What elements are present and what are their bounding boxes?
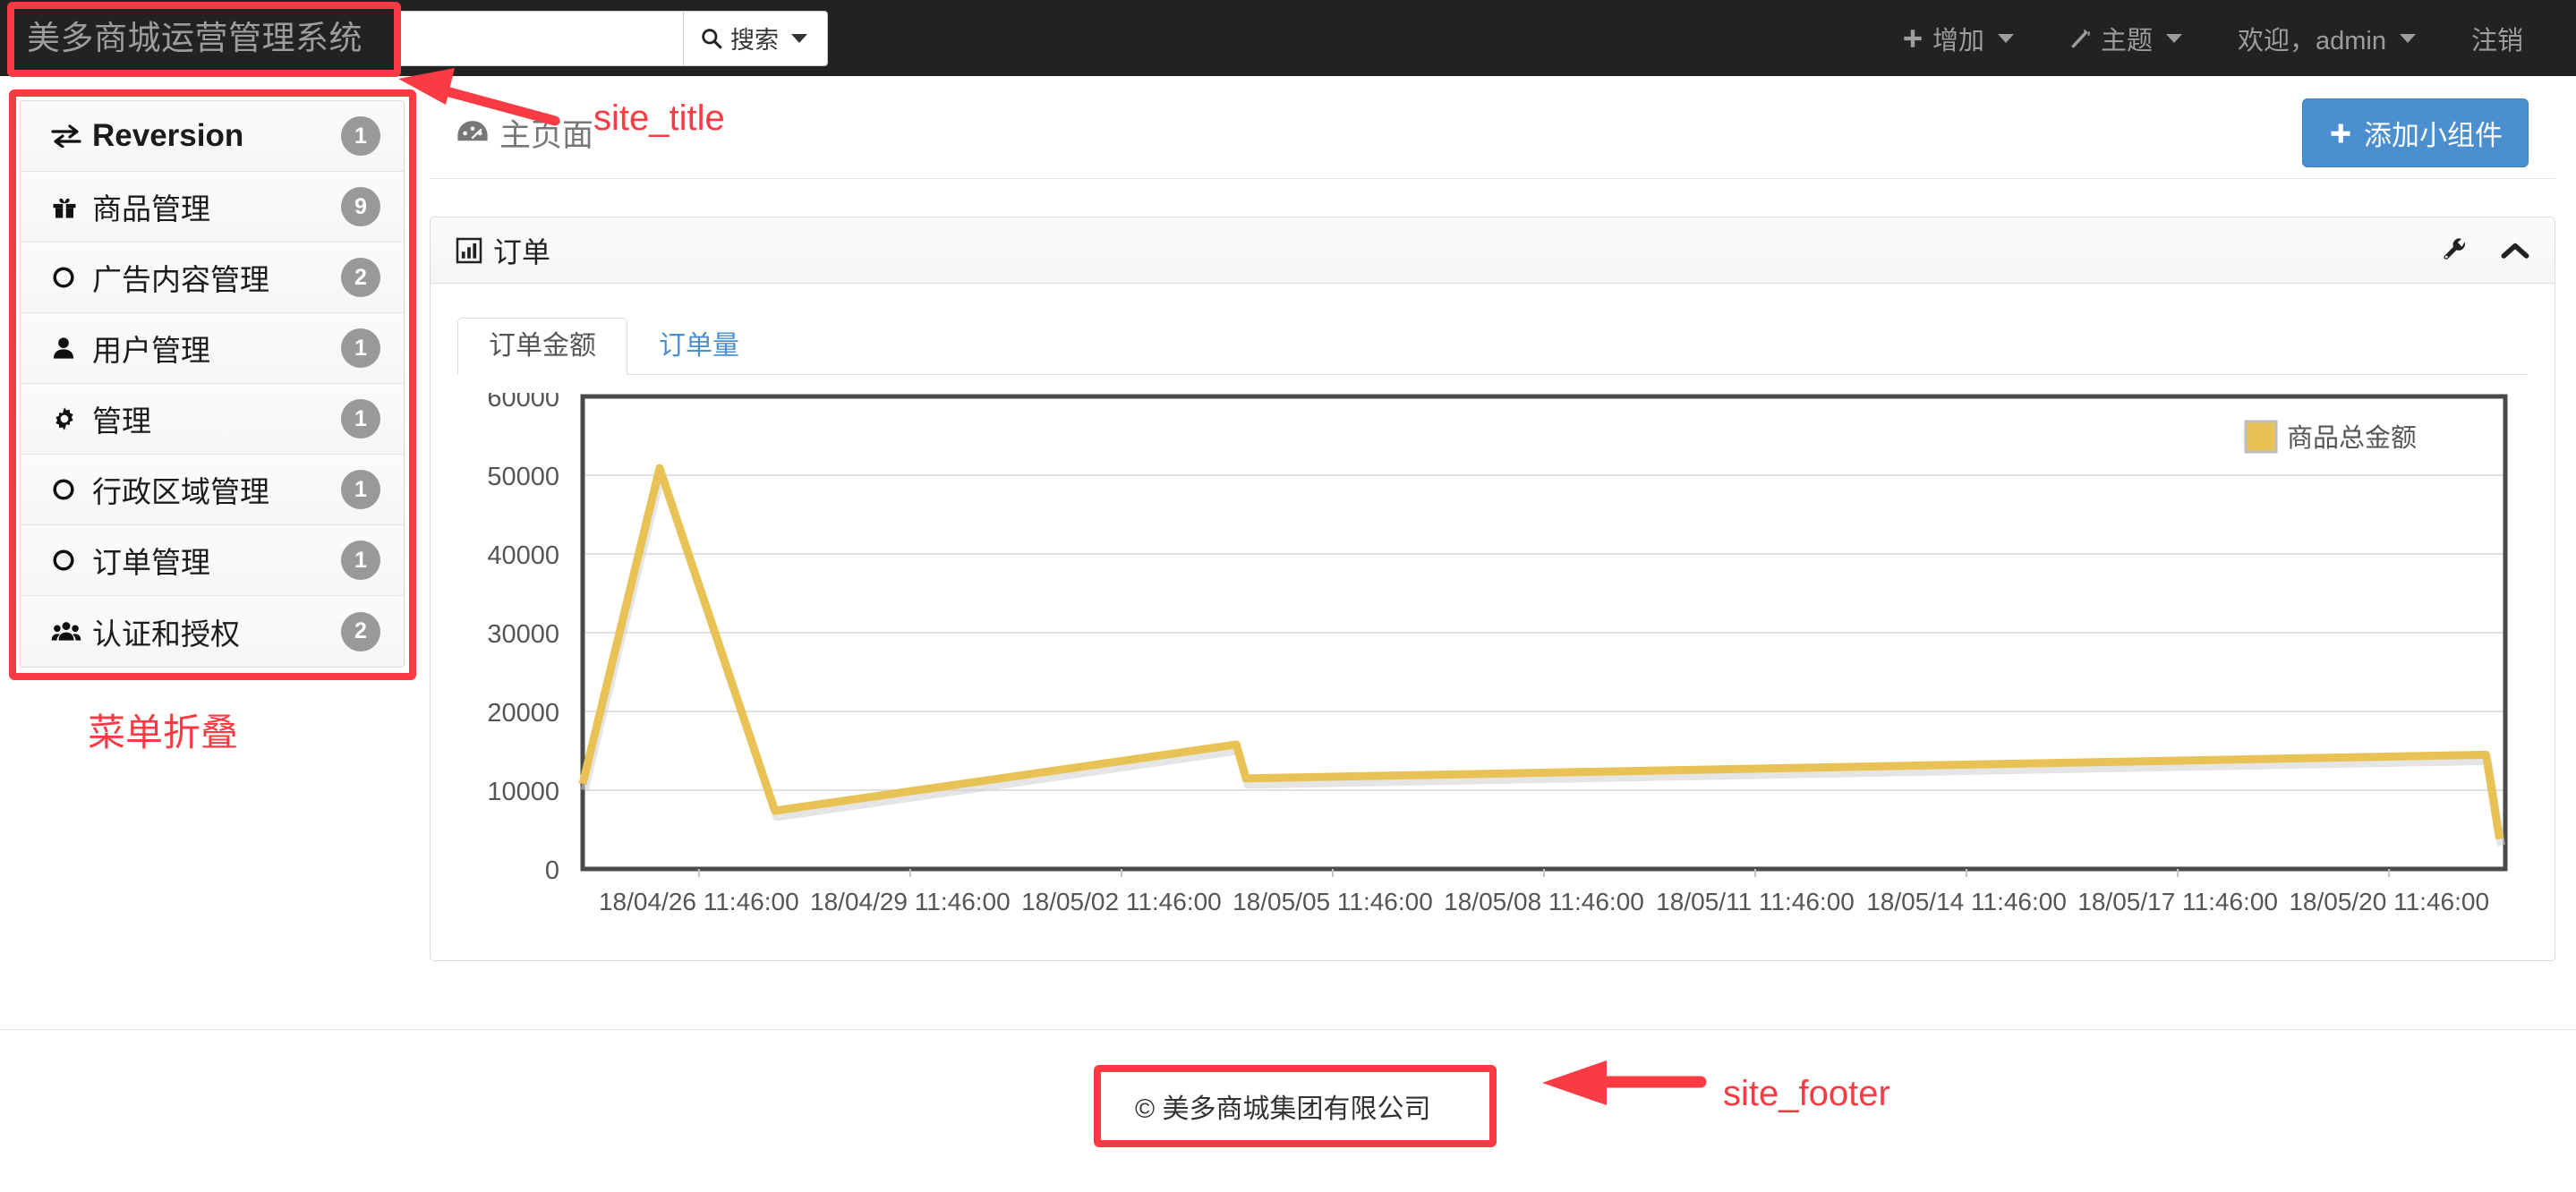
nav-item-theme[interactable]: 主题 bbox=[2042, 0, 2210, 76]
svg-text:40000: 40000 bbox=[487, 541, 559, 570]
svg-text:50000: 50000 bbox=[487, 463, 559, 491]
circle-icon bbox=[51, 477, 89, 502]
sidebar-item-badge: 1 bbox=[341, 399, 380, 438]
bar-chart-icon bbox=[456, 237, 482, 264]
search-button-label: 搜索 bbox=[730, 27, 779, 54]
nav-item-user[interactable]: 欢迎，admin bbox=[2210, 0, 2444, 76]
svg-text:商品总金额: 商品总金额 bbox=[2287, 423, 2417, 453]
sidebar-item-badge: 1 bbox=[341, 116, 380, 156]
dashboard-icon bbox=[456, 119, 489, 148]
sidebar-item-badge: 1 bbox=[341, 541, 380, 580]
sidebar-item-label: 管理 bbox=[92, 404, 151, 438]
nav-item-add[interactable]: 增加 bbox=[1873, 0, 2042, 76]
svg-text:0: 0 bbox=[545, 856, 559, 885]
nav-item-add-label: 增加 bbox=[1932, 26, 1984, 55]
sidebar-menu: Reversion 1 商品管理 9 广告内容管理 2 用户管理 1 管理 1 … bbox=[20, 100, 405, 668]
orders-panel: 订单 订单金额 订单量 0 10000 20000 30000 40000 50… bbox=[430, 217, 2555, 961]
exchange-icon bbox=[51, 124, 89, 148]
page-title: 主页面 bbox=[499, 118, 594, 153]
sidebar-item-label: Reversion bbox=[92, 118, 244, 153]
svg-text:18/04/26 11:46:00: 18/04/26 11:46:00 bbox=[599, 888, 799, 915]
users-icon bbox=[51, 619, 89, 644]
sidebar-item-order-management[interactable]: 订单管理 1 bbox=[21, 525, 404, 596]
plus-icon bbox=[1904, 29, 1922, 47]
sidebar-item-badge: 9 bbox=[341, 187, 380, 226]
user-icon bbox=[51, 335, 89, 362]
orders-line-chart: 0 10000 20000 30000 40000 50000 60000 18/04/26 … bbox=[487, 393, 2508, 915]
tab-order-count[interactable]: 订单量 bbox=[627, 318, 771, 375]
sidebar-item-reversion[interactable]: Reversion 1 bbox=[21, 101, 404, 172]
orders-panel-header: 订单 bbox=[431, 217, 2555, 284]
gear-icon bbox=[51, 405, 89, 432]
svg-text:20000: 20000 bbox=[487, 699, 559, 728]
svg-text:18/05/08 11:46:00: 18/05/08 11:46:00 bbox=[1444, 888, 1644, 915]
circle-icon bbox=[51, 265, 89, 290]
svg-text:18/05/17 11:46:00: 18/05/17 11:46:00 bbox=[2077, 888, 2278, 915]
sidebar-item-badge: 1 bbox=[341, 328, 380, 368]
sidebar-item-label: 行政区域管理 bbox=[92, 475, 269, 508]
sidebar-item-auth[interactable]: 认证和授权 2 bbox=[21, 596, 404, 667]
svg-text:18/05/14 11:46:00: 18/05/14 11:46:00 bbox=[1866, 888, 2067, 915]
svg-text:60000: 60000 bbox=[487, 393, 559, 413]
svg-text:30000: 30000 bbox=[487, 620, 559, 649]
orders-panel-body: 订单金额 订单量 0 10000 20000 30000 40000 50000 60000… bbox=[431, 284, 2555, 960]
sidebar-item-label: 广告内容管理 bbox=[92, 263, 269, 296]
chevron-down-icon bbox=[2165, 33, 2182, 43]
site-footer-text: © 美多商城集团有限公司 bbox=[1135, 1094, 1431, 1124]
orders-chart: 0 10000 20000 30000 40000 50000 60000 18/04/26 … bbox=[457, 393, 2528, 930]
sidebar-item-product-management[interactable]: 商品管理 9 bbox=[21, 172, 404, 243]
svg-text:18/05/05 11:46:00: 18/05/05 11:46:00 bbox=[1233, 888, 1433, 915]
svg-text:18/05/02 11:46:00: 18/05/02 11:46:00 bbox=[1021, 888, 1222, 915]
sidebar-item-badge: 2 bbox=[341, 258, 380, 297]
magic-wand-icon bbox=[2071, 29, 2090, 47]
sidebar-item-label: 用户管理 bbox=[92, 334, 210, 367]
navbar-search-form: 搜索 bbox=[398, 10, 828, 66]
tab-order-amount[interactable]: 订单金额 bbox=[457, 318, 627, 375]
svg-text:18/04/29 11:46:00: 18/04/29 11:46:00 bbox=[810, 888, 1011, 915]
search-input[interactable] bbox=[398, 10, 683, 66]
sidebar-item-admin[interactable]: 管理 1 bbox=[21, 384, 404, 455]
sidebar-item-region-management[interactable]: 行政区域管理 1 bbox=[21, 455, 404, 525]
chevron-down-icon bbox=[1997, 33, 2014, 43]
wrench-icon[interactable] bbox=[2442, 237, 2469, 264]
svg-text:10000: 10000 bbox=[487, 778, 559, 806]
circle-icon bbox=[51, 548, 89, 573]
main-content: 主页面 添加小组件 订单 订单金额 订单量 0 10000 20000 3000… bbox=[430, 88, 2555, 961]
nav-item-theme-label: 主题 bbox=[2100, 26, 2153, 55]
orders-panel-tools bbox=[2442, 237, 2529, 264]
sidebar-item-badge: 2 bbox=[341, 611, 380, 651]
search-button[interactable]: 搜索 bbox=[683, 10, 828, 66]
site-brand-title[interactable]: 美多商城运营管理系统 bbox=[0, 21, 388, 55]
orders-panel-title: 订单 bbox=[493, 235, 551, 268]
sidebar-item-label: 认证和授权 bbox=[92, 617, 240, 651]
search-icon bbox=[702, 28, 722, 48]
nav-item-logout-label: 注销 bbox=[2470, 26, 2523, 55]
chart-legend: 商品总金额 bbox=[2244, 420, 2417, 454]
plus-icon bbox=[2331, 123, 2350, 142]
top-navbar: 美多商城运营管理系统 搜索 增加 主题 欢迎，admin 注销 bbox=[0, 0, 2576, 76]
svg-text:18/05/11 11:46:00: 18/05/11 11:46:00 bbox=[1656, 888, 1855, 915]
svg-text:18/05/20 11:46:00: 18/05/20 11:46:00 bbox=[2289, 888, 2489, 915]
sidebar-item-badge: 1 bbox=[341, 470, 380, 509]
sidebar-item-label: 订单管理 bbox=[92, 546, 210, 579]
nav-item-user-label: 欢迎，admin bbox=[2237, 26, 2386, 55]
sidebar-item-ad-content-management[interactable]: 广告内容管理 2 bbox=[21, 243, 404, 313]
add-widget-button-label: 添加小组件 bbox=[2364, 120, 2503, 151]
annotation-label-menu-collapse: 菜单折叠 bbox=[88, 711, 239, 754]
chevron-down-icon bbox=[791, 33, 807, 43]
nav-item-logout[interactable]: 注销 bbox=[2444, 0, 2551, 76]
sidebar-item-label: 商品管理 bbox=[92, 192, 210, 226]
page-header: 主页面 添加小组件 bbox=[430, 88, 2555, 179]
navbar-right-menu: 增加 主题 欢迎，admin 注销 bbox=[1873, 0, 2576, 76]
gift-icon bbox=[51, 193, 89, 220]
sidebar-item-user-management[interactable]: 用户管理 1 bbox=[21, 313, 404, 384]
chevron-up-icon[interactable] bbox=[2501, 241, 2529, 260]
chevron-down-icon bbox=[2399, 33, 2416, 43]
orders-tabs: 订单金额 订单量 bbox=[457, 307, 2528, 375]
add-widget-button[interactable]: 添加小组件 bbox=[2302, 98, 2529, 167]
